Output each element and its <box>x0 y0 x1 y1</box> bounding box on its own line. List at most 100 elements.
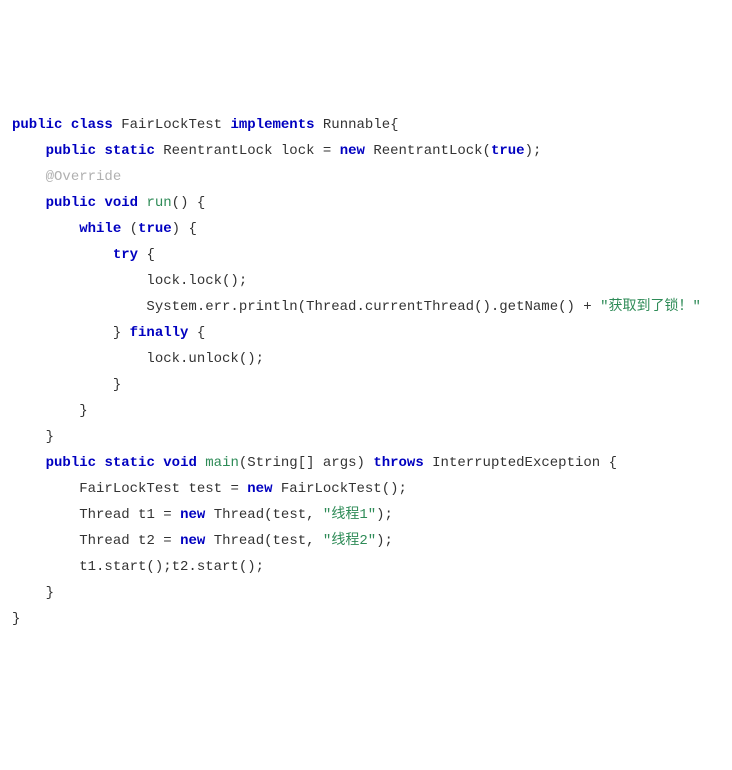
code-token: (String[] args) <box>239 455 373 471</box>
code-token <box>272 481 280 497</box>
code-token: Thread <box>79 533 129 549</box>
code-token: "线程1" <box>323 507 376 523</box>
code-token: } <box>12 585 54 601</box>
code-token <box>205 507 213 523</box>
code-token: { <box>390 117 398 133</box>
code-token: finally <box>130 325 189 341</box>
code-line: } <box>12 424 720 450</box>
code-token: main <box>205 455 239 471</box>
code-token: } <box>12 403 88 419</box>
code-token: t1.start();t2.start(); <box>12 559 264 575</box>
code-token: new <box>180 507 205 523</box>
code-line: public static void main(String[] args) t… <box>12 450 720 476</box>
code-token: Thread <box>79 507 129 523</box>
code-token: () { <box>172 195 206 211</box>
code-token: Thread <box>214 533 264 549</box>
code-token: run <box>146 195 171 211</box>
code-line: public class FairLockTest implements Run… <box>12 112 720 138</box>
code-token: ) { <box>172 221 197 237</box>
code-token: t2 = <box>130 533 180 549</box>
code-token: FairLockTest <box>121 117 222 133</box>
code-token <box>12 247 113 263</box>
code-token: FairLockTest <box>281 481 382 497</box>
code-line: lock.unlock(); <box>12 346 720 372</box>
code-line: System.err.println(Thread.currentThread(… <box>12 294 720 320</box>
code-token: } <box>12 377 121 393</box>
code-line: lock.lock(); <box>12 268 720 294</box>
code-token: (test, <box>264 533 323 549</box>
code-token: true <box>491 143 525 159</box>
code-token: test = <box>180 481 247 497</box>
code-token: ( <box>483 143 491 159</box>
code-token: ReentrantLock <box>163 143 272 159</box>
code-token: } <box>12 611 20 627</box>
code-token <box>12 169 46 185</box>
code-token: Thread <box>214 507 264 523</box>
code-token: { <box>600 455 617 471</box>
code-token: ( <box>121 221 138 237</box>
code-token: FairLockTest <box>79 481 180 497</box>
code-token: (test, <box>264 507 323 523</box>
code-token <box>155 455 163 471</box>
code-token: (); <box>382 481 407 497</box>
code-token: void <box>163 455 197 471</box>
code-token: "获取到了锁！" <box>600 299 701 315</box>
code-line: FairLockTest test = new FairLockTest(); <box>12 476 720 502</box>
code-token: lock.unlock(); <box>12 351 264 367</box>
code-token: class <box>71 117 113 133</box>
code-line: public void run() { <box>12 190 720 216</box>
code-line: Thread t2 = new Thread(test, "线程2"); <box>12 528 720 554</box>
code-token <box>12 533 79 549</box>
code-token: ReentrantLock <box>373 143 482 159</box>
code-token: true <box>138 221 172 237</box>
code-token: ); <box>376 507 393 523</box>
code-token: lock = <box>272 143 339 159</box>
code-token: t1 = <box>130 507 180 523</box>
code-token <box>12 143 46 159</box>
code-line: while (true) { <box>12 216 720 242</box>
code-token: try <box>113 247 138 263</box>
code-token: InterruptedException <box>432 455 600 471</box>
code-token <box>12 455 46 471</box>
code-token <box>12 195 46 211</box>
code-line: } finally { <box>12 320 720 346</box>
code-line: } <box>12 606 720 632</box>
code-token: static <box>104 455 154 471</box>
code-token: lock.lock(); <box>12 273 247 289</box>
code-token <box>113 117 121 133</box>
code-token: Runnable <box>323 117 390 133</box>
code-line: Thread t1 = new Thread(test, "线程1"); <box>12 502 720 528</box>
code-token <box>155 143 163 159</box>
code-token: new <box>340 143 365 159</box>
code-line: } <box>12 372 720 398</box>
code-line: } <box>12 398 720 424</box>
code-line: try { <box>12 242 720 268</box>
code-token: { <box>138 247 155 263</box>
code-line: t1.start();t2.start(); <box>12 554 720 580</box>
code-token: "线程2" <box>323 533 376 549</box>
code-token: public <box>46 195 96 211</box>
code-block: public class FairLockTest implements Run… <box>12 112 720 632</box>
code-token: public <box>12 117 62 133</box>
code-token: throws <box>373 455 423 471</box>
code-token <box>205 533 213 549</box>
code-token <box>12 481 79 497</box>
code-token: implements <box>230 117 314 133</box>
code-token <box>424 455 432 471</box>
code-token: void <box>104 195 138 211</box>
code-line: @Override <box>12 164 720 190</box>
code-token: while <box>79 221 121 237</box>
code-token <box>12 221 79 237</box>
code-token: new <box>180 533 205 549</box>
code-token: } <box>12 325 130 341</box>
code-line: public static ReentrantLock lock = new R… <box>12 138 720 164</box>
code-token: @Override <box>46 169 122 185</box>
code-token: ); <box>376 533 393 549</box>
code-token: public <box>46 455 96 471</box>
code-token: { <box>188 325 205 341</box>
code-token: } <box>12 429 54 445</box>
code-token: new <box>247 481 272 497</box>
code-token: ); <box>525 143 542 159</box>
code-token <box>12 507 79 523</box>
code-token <box>62 117 70 133</box>
